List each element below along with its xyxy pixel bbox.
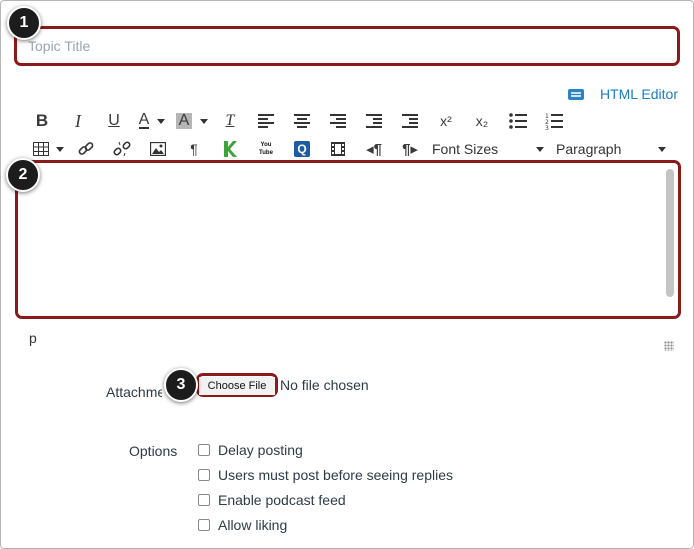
topic-title-input[interactable] (17, 29, 677, 63)
choose-file-button[interactable]: Choose File (199, 377, 275, 395)
superscript-button[interactable]: x² (428, 109, 464, 133)
align-left-icon (258, 114, 274, 128)
pilcrow-icon: ¶ (190, 141, 198, 157)
image-icon (150, 142, 166, 156)
title-highlight (14, 26, 680, 66)
chevron-down-icon (658, 146, 666, 152)
resize-handle-icon[interactable] (664, 341, 674, 351)
html-editor-link[interactable]: HTML Editor (567, 86, 678, 102)
bold-button[interactable]: B (24, 109, 60, 133)
quizlet-icon: Q (294, 141, 310, 157)
clear-formatting-button[interactable]: T (212, 109, 248, 133)
paragraph-dropdown[interactable]: Paragraph (552, 137, 670, 161)
align-left-button[interactable] (248, 109, 284, 133)
youtube-icon: You Tube (259, 142, 273, 156)
film-icon (331, 142, 345, 156)
option-label: Allow liking (218, 517, 288, 533)
font-sizes-dropdown[interactable]: Font Sizes (428, 137, 548, 161)
option-label: Enable podcast feed (218, 492, 346, 508)
checkbox[interactable] (198, 444, 210, 456)
choose-file-highlight: Choose File (196, 373, 278, 397)
outdent-icon (366, 114, 382, 128)
text-color-icon: A (138, 111, 150, 129)
table-button[interactable] (28, 137, 68, 161)
underline-icon: U (108, 112, 120, 129)
pilcrow-button[interactable]: ¶ (176, 137, 212, 161)
option-post-before-replies[interactable]: Users must post before seeing replies (198, 467, 453, 483)
text-color-button[interactable]: A (132, 109, 172, 133)
option-delay-posting[interactable]: Delay posting (198, 442, 303, 458)
image-button[interactable] (140, 137, 176, 161)
media-button[interactable] (320, 137, 356, 161)
italic-icon: I (75, 110, 81, 131)
option-label: Delay posting (218, 442, 303, 458)
callout-badge-1: 1 (7, 6, 41, 40)
align-right-button[interactable] (320, 109, 356, 133)
chevron-down-icon (536, 146, 544, 152)
numbered-list-button[interactable]: 123 (536, 109, 572, 133)
chevron-down-icon (200, 118, 209, 124)
ltr-icon: ¶▸ (402, 141, 418, 158)
editor-highlight (15, 160, 681, 319)
svg-text:3: 3 (545, 125, 549, 130)
toolbar-row-2: ¶ You Tube Q ◂¶ ¶▸ Font Sizes Paragraph (28, 137, 670, 161)
link-button[interactable] (68, 137, 104, 161)
toolbar-row-1: B I U A A T x² x₂ 123 (24, 109, 572, 133)
file-status: No file chosen (280, 377, 369, 393)
link-icon (78, 142, 94, 155)
subscript-button[interactable]: x₂ (464, 109, 500, 133)
options-label: Options (129, 443, 178, 459)
kaltura-icon (224, 141, 237, 157)
align-center-button[interactable] (284, 109, 320, 133)
unlink-icon (113, 141, 131, 157)
callout-badge-3: 3 (164, 368, 198, 402)
rtl-icon: ◂¶ (366, 141, 382, 158)
option-podcast-feed[interactable]: Enable podcast feed (198, 492, 346, 508)
chevron-down-icon (157, 118, 166, 124)
bold-icon: B (35, 111, 49, 130)
align-right-icon (330, 114, 346, 128)
background-color-icon: A (175, 113, 193, 129)
bullet-list-button[interactable] (500, 109, 536, 133)
youtube-button[interactable]: You Tube (248, 137, 284, 161)
table-icon (32, 142, 49, 156)
keyboard-icon (567, 88, 584, 100)
option-allow-liking[interactable]: Allow liking (198, 517, 287, 533)
rtl-button[interactable]: ◂¶ (356, 137, 392, 161)
numbered-list-icon: 123 (545, 113, 563, 130)
quizlet-button[interactable]: Q (284, 137, 320, 161)
ltr-button[interactable]: ¶▸ (392, 137, 428, 161)
paragraph-label: Paragraph (556, 141, 622, 157)
align-center-icon (294, 114, 310, 128)
font-sizes-label: Font Sizes (432, 141, 499, 157)
unlink-button[interactable] (104, 137, 140, 161)
checkbox[interactable] (198, 519, 210, 531)
bullet-list-icon (509, 113, 527, 129)
checkbox[interactable] (198, 494, 210, 506)
indent-icon (402, 114, 418, 128)
callout-badge-2: 2 (6, 158, 40, 192)
superscript-icon: x² (440, 113, 452, 129)
clear-formatting-icon: T (225, 112, 235, 129)
underline-button[interactable]: U (96, 109, 132, 133)
kaltura-button[interactable] (212, 137, 248, 161)
chevron-down-icon (55, 146, 64, 152)
indent-button[interactable] (392, 109, 428, 133)
outdent-button[interactable] (356, 109, 392, 133)
option-label: Users must post before seeing replies (218, 467, 453, 483)
subscript-icon: x₂ (475, 113, 489, 129)
editor-scrollbar[interactable] (666, 169, 674, 297)
html-editor-label: HTML Editor (599, 86, 678, 102)
rich-text-editor-body[interactable] (21, 166, 666, 313)
italic-button[interactable]: I (60, 109, 96, 133)
checkbox[interactable] (198, 469, 210, 481)
editor-path-label: p (29, 330, 37, 346)
background-color-button[interactable]: A (172, 109, 212, 133)
